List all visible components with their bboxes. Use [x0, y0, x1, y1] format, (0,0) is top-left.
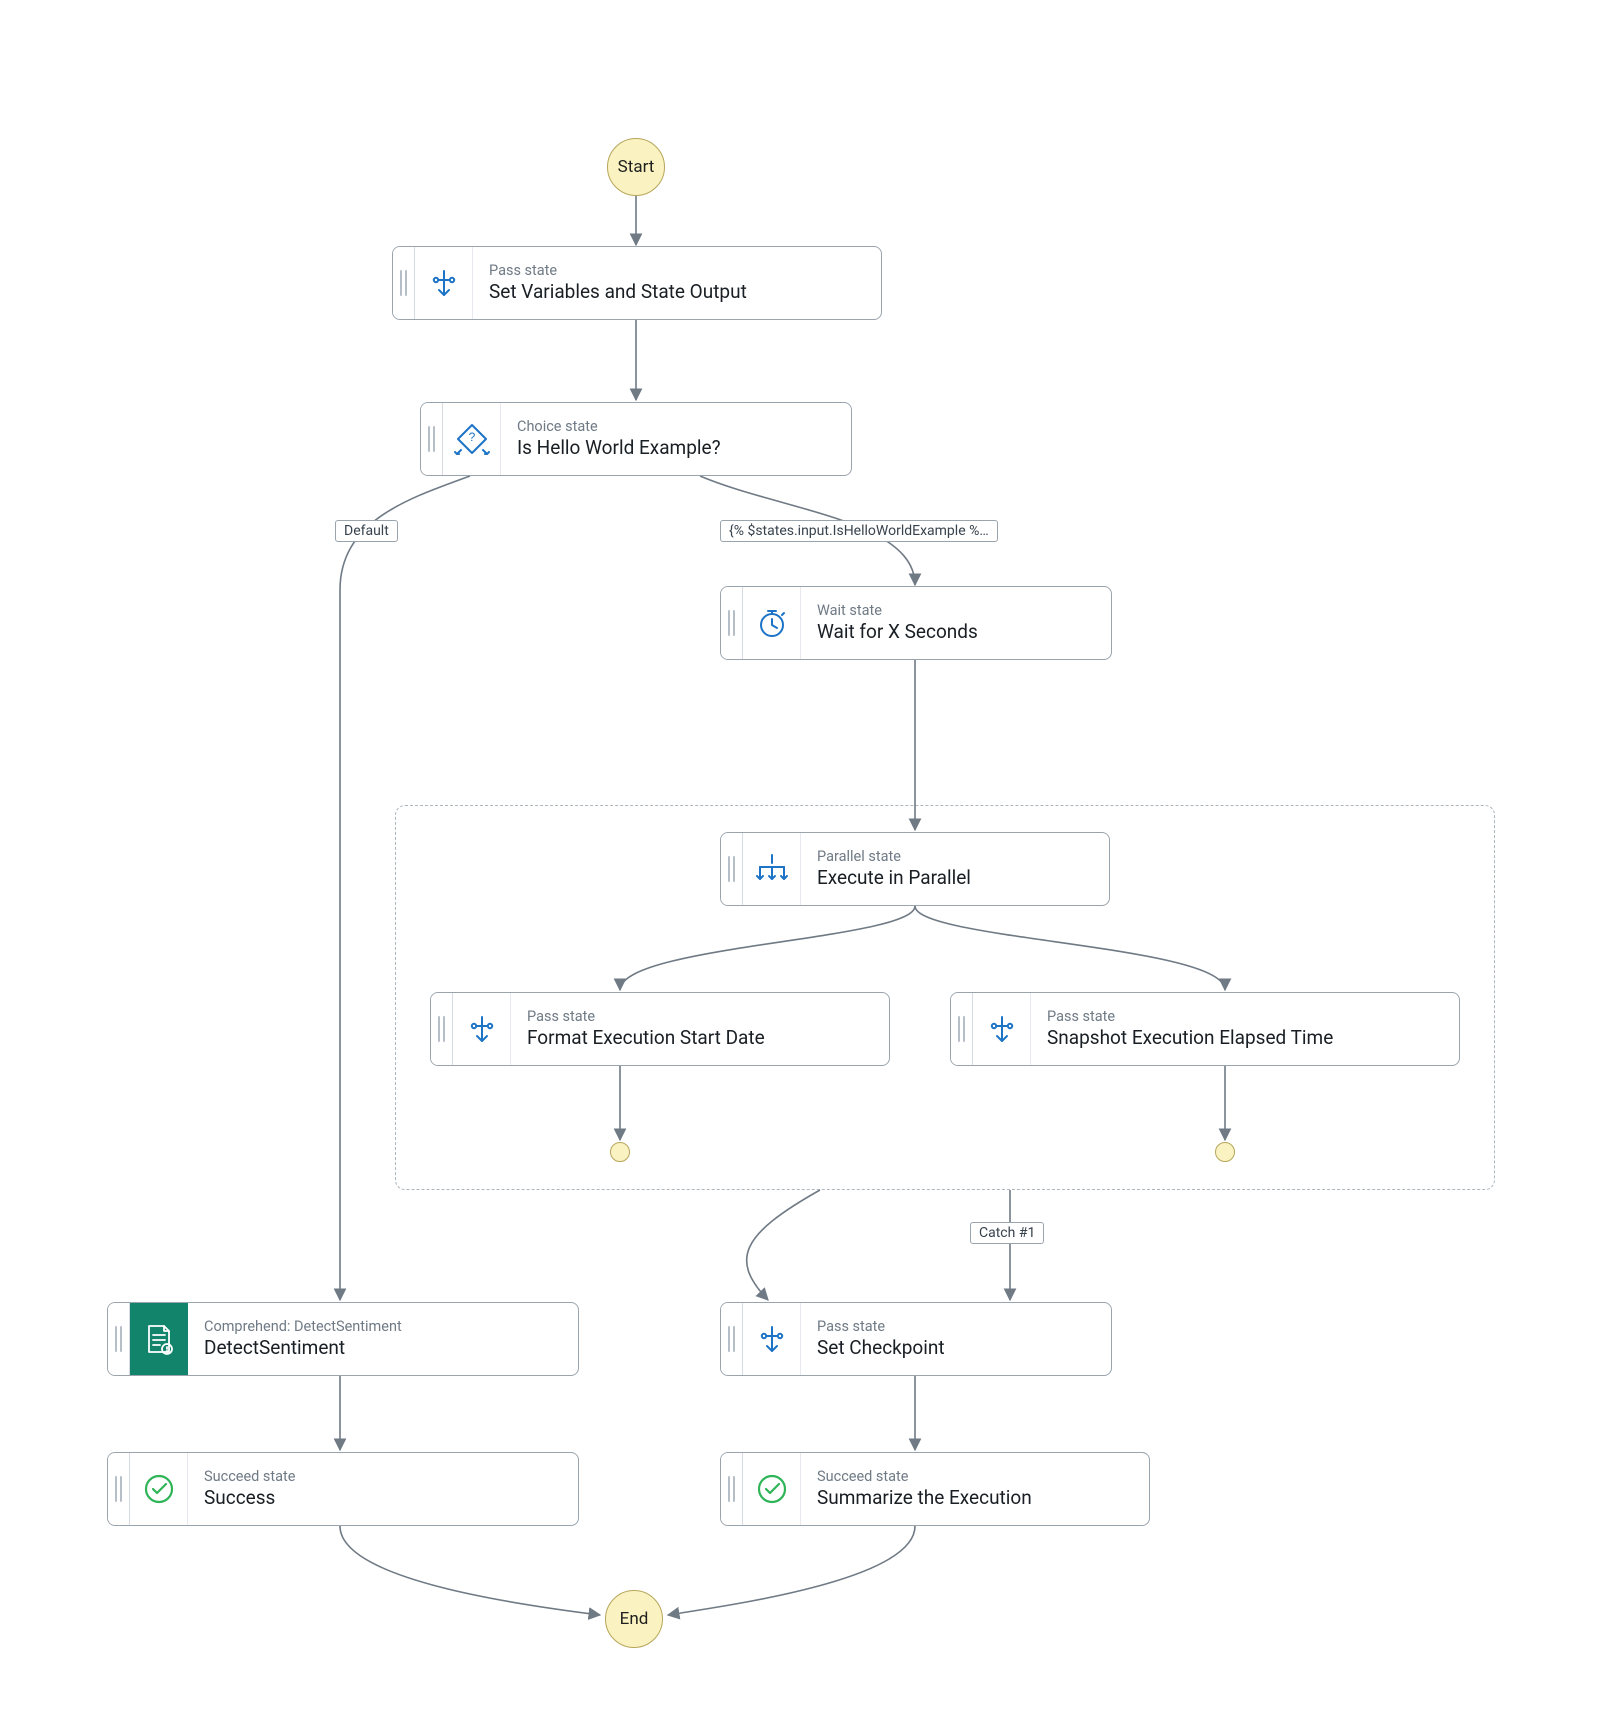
pass-icon: [453, 993, 511, 1065]
node-type: Succeed state: [817, 1468, 1133, 1486]
drag-handle[interactable]: [431, 993, 453, 1065]
node-set-checkpoint[interactable]: Pass state Set Checkpoint: [720, 1302, 1112, 1376]
pass-icon: [415, 247, 473, 319]
succeed-icon: [743, 1453, 801, 1525]
node-type: Pass state: [1047, 1008, 1443, 1026]
node-title: DetectSentiment: [204, 1336, 562, 1361]
node-branch-format-start-date[interactable]: Pass state Format Execution Start Date: [430, 992, 890, 1066]
wait-icon: [743, 587, 801, 659]
node-title: Execute in Parallel: [817, 866, 1093, 891]
node-wait[interactable]: Wait state Wait for X Seconds: [720, 586, 1112, 660]
drag-handle[interactable]: [108, 1453, 130, 1525]
workflow-canvas[interactable]: Start Pass state Set Variables and State…: [0, 0, 1600, 1716]
node-title: Summarize the Execution: [817, 1486, 1133, 1511]
node-title: Wait for X Seconds: [817, 620, 1095, 645]
comprehend-icon: [130, 1303, 188, 1375]
node-type: Pass state: [817, 1318, 1095, 1336]
drag-handle[interactable]: [108, 1303, 130, 1375]
node-branch-snapshot-elapsed[interactable]: Pass state Snapshot Execution Elapsed Ti…: [950, 992, 1460, 1066]
choice-icon: ?: [443, 403, 501, 475]
node-type: Wait state: [817, 602, 1095, 620]
node-parallel[interactable]: Parallel state Execute in Parallel: [720, 832, 1110, 906]
drag-handle[interactable]: [393, 247, 415, 319]
pass-icon: [743, 1303, 801, 1375]
succeed-icon: [130, 1453, 188, 1525]
node-choice[interactable]: ? Choice state Is Hello World Example?: [420, 402, 852, 476]
node-type: Pass state: [527, 1008, 873, 1026]
node-set-variables[interactable]: Pass state Set Variables and State Outpu…: [392, 246, 882, 320]
node-type: Succeed state: [204, 1468, 562, 1486]
branch-terminal-b: [1215, 1142, 1235, 1162]
end-terminal[interactable]: End: [605, 1590, 663, 1648]
node-title: Snapshot Execution Elapsed Time: [1047, 1026, 1443, 1051]
node-title: Set Variables and State Output: [489, 280, 865, 305]
drag-handle[interactable]: [721, 1453, 743, 1525]
node-type: Pass state: [489, 262, 865, 280]
end-label: End: [620, 1609, 649, 1629]
node-summarize[interactable]: Succeed state Summarize the Execution: [720, 1452, 1150, 1526]
drag-handle[interactable]: [721, 587, 743, 659]
drag-handle[interactable]: [721, 833, 743, 905]
svg-text:?: ?: [468, 430, 475, 444]
node-title: Format Execution Start Date: [527, 1026, 873, 1051]
node-title: Set Checkpoint: [817, 1336, 1095, 1361]
node-detect-sentiment[interactable]: Comprehend: DetectSentiment DetectSentim…: [107, 1302, 579, 1376]
node-type: Comprehend: DetectSentiment: [204, 1318, 562, 1336]
node-title: Is Hello World Example?: [517, 436, 835, 461]
edge-label-catch1: Catch #1: [970, 1222, 1044, 1244]
parallel-icon: [743, 833, 801, 905]
node-success[interactable]: Succeed state Success: [107, 1452, 579, 1526]
pass-icon: [973, 993, 1031, 1065]
node-type: Parallel state: [817, 848, 1093, 866]
drag-handle[interactable]: [421, 403, 443, 475]
start-terminal[interactable]: Start: [607, 138, 665, 196]
edge-label-default: Default: [335, 520, 398, 542]
start-label: Start: [618, 157, 655, 177]
edge-label-choice-true: {% $states.input.IsHelloWorldExample %…: [720, 520, 998, 542]
node-type: Choice state: [517, 418, 835, 436]
branch-terminal-a: [610, 1142, 630, 1162]
drag-handle[interactable]: [721, 1303, 743, 1375]
node-title: Success: [204, 1486, 562, 1511]
drag-handle[interactable]: [951, 993, 973, 1065]
